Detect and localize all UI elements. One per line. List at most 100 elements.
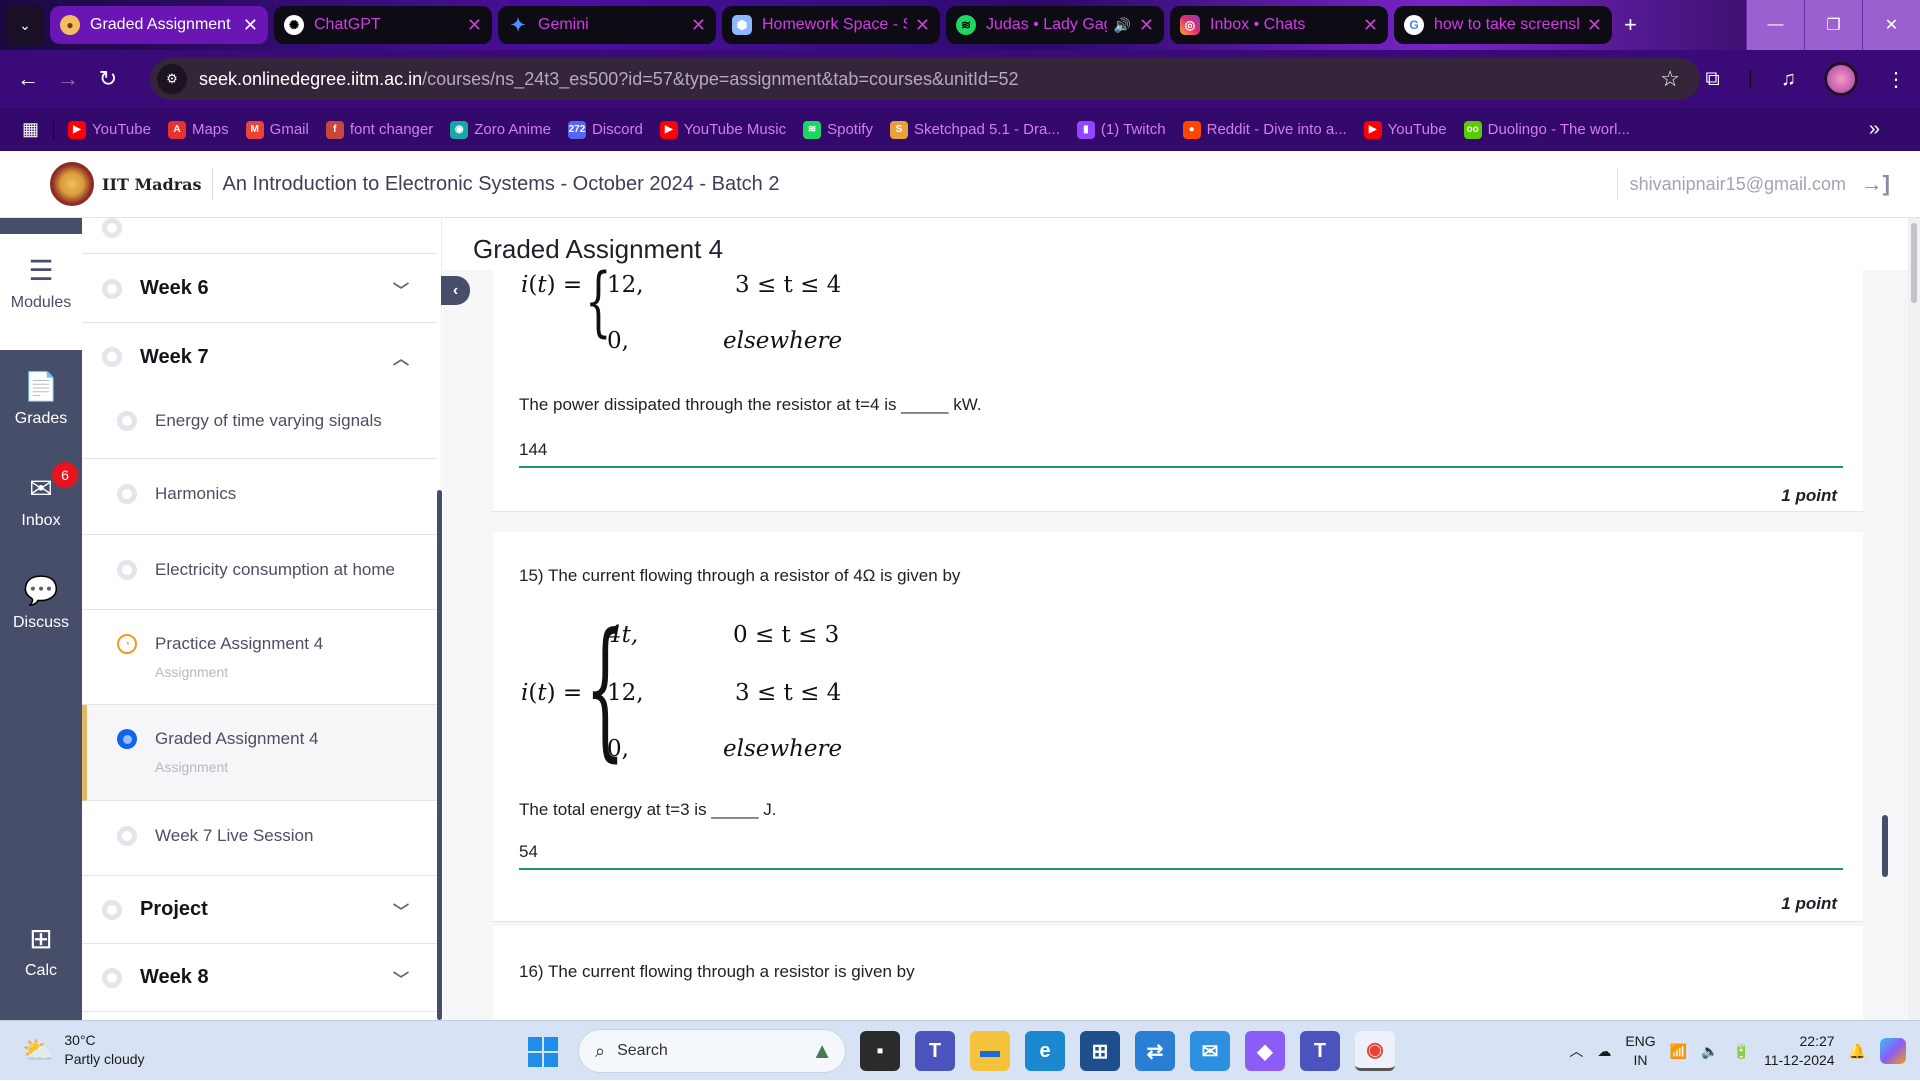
bookmark-gmail[interactable]: M Gmail [245, 120, 309, 139]
close-icon[interactable]: ✕ [691, 15, 706, 36]
q14-answer-input[interactable]: 144 [519, 440, 1843, 468]
notifications-bell-icon[interactable]: 🔔 [1849, 1043, 1866, 1060]
chevron-up-icon[interactable]: ︿ [393, 345, 409, 369]
close-icon[interactable]: ✕ [467, 15, 482, 36]
close-icon[interactable]: ✕ [1139, 15, 1154, 36]
bookmark-star-icon[interactable]: ☆ [1660, 66, 1680, 92]
file-explorer-icon[interactable]: ▬ [970, 1031, 1010, 1071]
url-text[interactable]: seek.onlinedegree.iitm.ac.in/courses/ns_… [199, 69, 1019, 90]
more-bookmarks-button[interactable]: » [1869, 118, 1880, 141]
new-tab-button[interactable]: + [1624, 12, 1637, 38]
module-item-practice-assignment[interactable]: ◔ Practice Assignment 4 Assignment [82, 610, 437, 705]
rail-calc[interactable]: ⊞ Calc [0, 918, 82, 1014]
bookmark-duolingo-the-worl[interactable]: oo Duolingo - The worl... [1463, 120, 1630, 139]
extensions-icon[interactable]: ⧉ [1706, 68, 1720, 91]
bookmark-youtube-music[interactable]: ▶ YouTube Music [659, 120, 786, 139]
module-week-8[interactable]: Week 8 ﹀ [82, 944, 437, 1012]
taskbar-search[interactable]: ⌕ Search ▲ [578, 1029, 846, 1073]
language-indicator[interactable]: ENG IN [1625, 1032, 1655, 1070]
module-item-electricity[interactable]: Electricity consumption at home [82, 535, 437, 610]
bookmark-discord[interactable]: 272 Discord [567, 120, 643, 139]
mail-icon[interactable]: ✉ [1190, 1031, 1230, 1071]
module-project[interactable]: Project ﹀ [82, 876, 437, 944]
profile-avatar[interactable] [1824, 62, 1858, 96]
copilot-icon[interactable] [1880, 1038, 1906, 1064]
bookmark-youtube[interactable]: ▶ YouTube [1363, 120, 1447, 139]
rail-discuss[interactable]: 💬 Discuss [0, 556, 82, 652]
apps-grid-icon[interactable]: ▦ [22, 119, 39, 140]
page-scrollbar[interactable] [1908, 218, 1920, 1020]
edge-icon[interactable]: e [1025, 1031, 1065, 1071]
content-scrollbar[interactable] [1882, 815, 1888, 877]
tab-gemini[interactable]: ✦ Gemini ✕ [498, 6, 716, 44]
more-menu-icon[interactable]: ⋮ [1886, 67, 1906, 92]
module-list-panel: Week 6 ﹀ Week 7 ︿ Energy of time varying… [82, 218, 442, 1020]
close-icon[interactable]: ✕ [1587, 15, 1602, 36]
chevron-down-icon[interactable]: ﹀ [393, 277, 409, 301]
bookmark-reddit-dive-into-a[interactable]: ● Reddit - Dive into a... [1182, 120, 1347, 139]
tab-google-search[interactable]: G how to take screensh ✕ [1394, 6, 1612, 44]
battery-icon[interactable]: 🔋 [1733, 1043, 1750, 1060]
logout-icon[interactable]: →] [1861, 171, 1890, 197]
address-bar[interactable]: ⚙ seek.onlinedegree.iitm.ac.in/courses/n… [150, 58, 1700, 100]
q15-answer-input[interactable]: 54 [519, 842, 1843, 870]
chevron-down-icon[interactable]: ﹀ [393, 966, 409, 990]
tab-instagram-inbox[interactable]: ◎ Inbox • Chats ✕ [1170, 6, 1388, 44]
speaker-icon[interactable]: 🔊 [1113, 17, 1130, 34]
site-info-icon[interactable]: ⚙ [157, 64, 187, 94]
q15-row1-value: 4t, [607, 622, 639, 648]
task-view-icon[interactable]: ▪ [860, 1031, 900, 1071]
teams-icon[interactable]: T [915, 1031, 955, 1071]
forward-button[interactable]: → [48, 66, 88, 92]
restore-button[interactable]: ❐ [1804, 0, 1862, 50]
bookmark-maps[interactable]: A Maps [167, 120, 229, 139]
start-button[interactable] [528, 1037, 558, 1067]
teams-work-icon[interactable]: T [1300, 1031, 1340, 1071]
tab-spotify-judas[interactable]: ≋ Judas • Lady Gag 🔊 ✕ [946, 6, 1164, 44]
close-icon[interactable]: ✕ [1363, 15, 1378, 36]
tab-homework-space[interactable]: ⬢ Homework Space - S ✕ [722, 6, 940, 44]
module-item-energy[interactable]: Energy of time varying signals [82, 391, 437, 459]
onedrive-icon[interactable]: ☁ [1597, 1043, 1611, 1060]
module-item-harmonics[interactable]: Harmonics [82, 459, 437, 535]
module-row-partial [82, 218, 437, 254]
close-icon[interactable]: ✕ [243, 15, 258, 36]
volume-icon[interactable]: 🔈 [1701, 1043, 1718, 1060]
rail-inbox[interactable]: ✉ Inbox 6 [0, 454, 82, 550]
page-scroll-thumb[interactable] [1911, 223, 1917, 303]
bookmark-sketchpad-5-1-dra[interactable]: S Sketchpad 5.1 - Dra... [889, 120, 1060, 139]
iitm-logo[interactable] [50, 162, 94, 206]
tab-chatgpt[interactable]: ✺ ChatGPT ✕ [274, 6, 492, 44]
reload-button[interactable]: ↻ [88, 66, 128, 92]
bookmark-spotify[interactable]: ≋ Spotify [803, 120, 873, 139]
chrome-icon[interactable]: ◉ [1355, 1031, 1395, 1071]
weather-widget[interactable]: ⛅ 30°C Partly cloudy [22, 1031, 145, 1069]
bookmark--1-twitch[interactable]: ▮ (1) Twitch [1076, 120, 1166, 139]
rail-modules[interactable]: ☰ Modules [0, 234, 82, 350]
module-panel-scrollbar[interactable] [437, 490, 442, 1020]
copilot-app-icon[interactable]: ◆ [1245, 1031, 1285, 1071]
bookmark-youtube[interactable]: ▶ YouTube [68, 120, 151, 139]
module-week-7[interactable]: Week 7 ︿ [82, 323, 437, 391]
close-icon[interactable]: ✕ [915, 15, 930, 36]
close-window-button[interactable]: ✕ [1862, 0, 1920, 50]
tab-graded-assignment[interactable]: ● Graded Assignment 4 ✕ [50, 6, 268, 44]
chevron-down-icon[interactable]: ﹀ [393, 898, 409, 922]
rail-grades[interactable]: 📄 Grades [0, 352, 82, 448]
wifi-icon[interactable]: 📶 [1670, 1043, 1687, 1060]
tab-search-button[interactable]: ⌄ [6, 5, 44, 45]
media-controls-icon[interactable]: ♫ [1781, 68, 1796, 91]
module-week-6[interactable]: Week 6 ﹀ [82, 255, 437, 323]
back-button[interactable]: ← [8, 66, 48, 92]
collapse-panel-button[interactable]: ‹ [441, 276, 470, 305]
taskbar-clock[interactable]: 22:27 11-12-2024 [1764, 1032, 1835, 1070]
bookmark-font-changer[interactable]: f font changer [325, 120, 433, 139]
bookmark-zoro-anime[interactable]: ◉ Zoro Anime [450, 120, 551, 139]
microsoft-store-icon[interactable]: ⊞ [1080, 1031, 1120, 1071]
show-hidden-icons-button[interactable]: ︿ [1569, 1041, 1583, 1061]
module-item-live-session[interactable]: Week 7 Live Session [82, 801, 437, 876]
module-item-graded-assignment[interactable]: Graded Assignment 4 Assignment [82, 705, 437, 801]
bookmarks-divider [53, 119, 55, 140]
minimize-button[interactable]: — [1746, 0, 1804, 50]
phone-link-icon[interactable]: ⇄ [1135, 1031, 1175, 1071]
